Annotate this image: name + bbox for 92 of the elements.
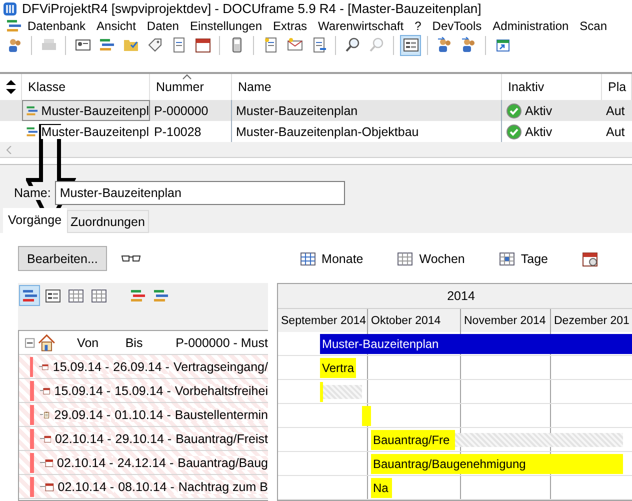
view-toolbar-button[interactable]	[19, 285, 40, 306]
search-icon	[368, 37, 384, 54]
task-label[interactable]: Bauantrag/Baug	[178, 456, 268, 470]
month-header: September 2014	[278, 309, 368, 332]
end-date: 08.10.14 -	[118, 480, 174, 494]
bars-icon	[98, 37, 114, 54]
start-date: 02.10.14 -	[58, 480, 114, 494]
window-title: DFViProjektR4 [swpviprojektdev] - DOCUframe 5.9 R4 - [Master-Bauzeitenplan]	[22, 1, 482, 16]
month-header: November 2014	[461, 309, 551, 332]
menu-item[interactable]: Warenwirtschaft	[312, 19, 410, 34]
menu-item[interactable]: Scan	[574, 19, 613, 34]
start-date: 02.10.14 -	[54, 432, 112, 446]
table-cell: Muster-Bauzeitenpl	[22, 100, 150, 121]
month-header: Oktober 2014	[368, 309, 461, 332]
start-date: 29.09.14 -	[54, 408, 111, 422]
glasses-icon[interactable]	[120, 254, 141, 262]
grid-icon	[68, 288, 84, 304]
tag-icon	[146, 37, 162, 54]
view-button[interactable]: Tage	[498, 250, 548, 266]
menu-item[interactable]: Datenbank	[22, 19, 92, 34]
year-header: 2014	[278, 284, 632, 309]
house-icon	[38, 334, 56, 352]
name-label: Name:	[14, 186, 51, 200]
document-icon	[262, 37, 278, 54]
calendar-clock-icon	[582, 250, 598, 266]
gantt-icon	[22, 288, 38, 304]
end-date: 24.12.14 -	[117, 456, 174, 470]
check-icon	[506, 102, 522, 118]
users-arrow-icon	[436, 37, 452, 54]
start-date: 02.10.14 -	[57, 456, 114, 470]
edit-bars-icon	[130, 288, 146, 304]
app-icon	[3, 2, 17, 16]
users-document-icon	[460, 37, 476, 54]
tab[interactable]: Zuordnungen	[66, 210, 149, 233]
calendar-button[interactable]	[582, 250, 598, 266]
status-marker	[30, 452, 34, 472]
edit-button[interactable]: Bearbeiten...	[18, 246, 107, 271]
end-date: 15.09.14 -	[114, 384, 171, 398]
menu-item[interactable]: DevTools	[426, 19, 488, 34]
form-icon	[44, 288, 60, 304]
sort-caret-icon	[182, 74, 192, 80]
documents-icon	[170, 37, 186, 54]
status-marker	[30, 476, 34, 496]
view-button[interactable]: Wochen	[397, 250, 465, 266]
name-field[interactable]: Muster-Bauzeitenplan	[54, 181, 345, 205]
envelope-icon	[286, 37, 302, 54]
view-button[interactable]: Monate	[300, 250, 364, 266]
task-bar[interactable]: Bauantrag/Fre	[371, 430, 455, 450]
users-icon	[6, 37, 22, 54]
collapse-icon[interactable]	[25, 338, 35, 348]
start-date: 15.09.14 -	[54, 384, 111, 398]
task-label[interactable]: Baustellentermin	[174, 408, 268, 422]
task-bar[interactable]: Vertra	[320, 358, 356, 378]
card-icon	[74, 37, 90, 54]
status-marker	[30, 428, 34, 448]
menu-item[interactable]: ?	[409, 19, 427, 34]
task-label[interactable]: Vorbehaltsfreihei	[174, 384, 268, 398]
menu-item[interactable]: Extras	[268, 19, 313, 34]
end-date: 29.10.14 -	[115, 432, 172, 446]
folder-icon	[122, 37, 138, 54]
menu-item[interactable]: Ansicht	[91, 19, 142, 34]
check-icon	[506, 124, 522, 140]
form-icon	[402, 37, 418, 54]
task-bar[interactable]: Bauantrag/Baugenehmigung	[371, 454, 623, 474]
months-icon	[300, 250, 316, 266]
search-icon	[344, 37, 360, 54]
days-icon	[498, 250, 515, 266]
task-label[interactable]: Nachtrag zum B	[178, 480, 268, 494]
sort-arrows-icon	[6, 80, 16, 94]
bars-icon	[152, 288, 168, 304]
summary-bar[interactable]: Muster-Bauzeitenplan	[320, 334, 632, 354]
menu-item[interactable]: Daten	[141, 19, 184, 34]
status-marker	[30, 356, 34, 376]
menu-item[interactable]: Administration	[487, 19, 574, 34]
tab[interactable]: Vorgänge	[3, 208, 67, 233]
menu-item[interactable]: Einstellungen	[184, 19, 268, 34]
calendar-icon	[194, 37, 210, 54]
weeks-icon	[397, 250, 414, 266]
task-label[interactable]: Bauantrag/Freist	[176, 432, 268, 446]
task-bar[interactable]: Na	[371, 478, 392, 498]
end-date: 01.10.14 -	[114, 408, 171, 422]
status-marker	[30, 404, 34, 424]
menu-bars-icon	[6, 18, 22, 34]
project-label: P-000000 - Must	[176, 336, 268, 350]
slack-hatching	[323, 385, 362, 399]
start-date: 15.09.14 -	[52, 360, 110, 374]
end-date: 26.09.14 -	[113, 360, 170, 374]
grid-icon	[90, 288, 106, 304]
month-header: Dezember 201	[551, 309, 632, 332]
task-label[interactable]: Vertragseingang/	[173, 360, 268, 374]
status-marker	[30, 380, 34, 400]
toolbar-button[interactable]	[400, 34, 421, 56]
